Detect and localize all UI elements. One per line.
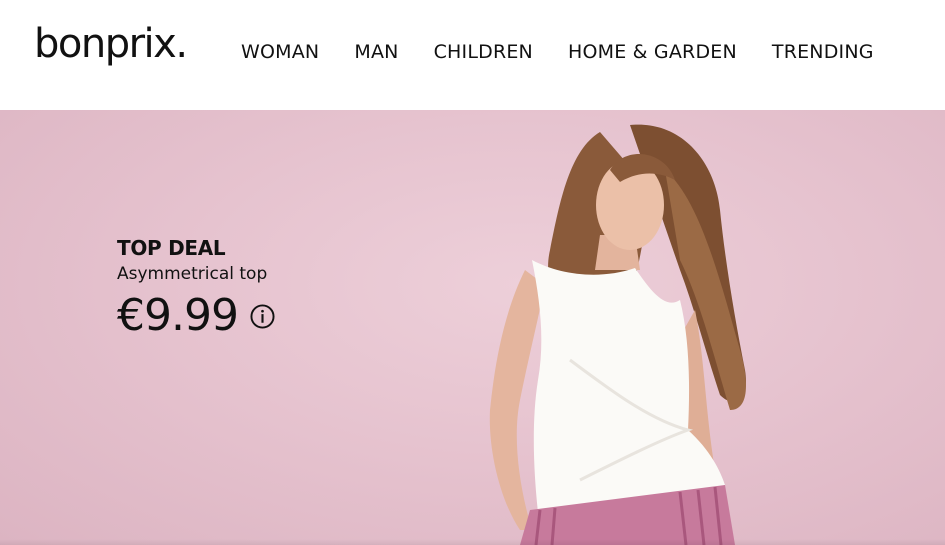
info-icon[interactable] (250, 303, 275, 329)
nav-item-home-garden[interactable]: HOME & GARDEN (568, 41, 737, 63)
main-navigation: WOMAN MAN CHILDREN HOME & GARDEN TRENDIN… (241, 35, 874, 69)
promo-price-row: €9.99 (117, 288, 377, 344)
promo-price: €9.99 (117, 290, 239, 341)
nav-item-man[interactable]: MAN (354, 41, 398, 63)
hero-bottom-edge (0, 539, 945, 545)
nav-item-woman[interactable]: WOMAN (241, 41, 319, 63)
model-photo (489, 124, 746, 545)
site-header: bonprix. WOMAN MAN CHILDREN HOME & GARDE… (0, 0, 945, 110)
top-deal-promo[interactable]: TOP DEAL Asymmetrical top €9.99 (117, 234, 377, 344)
promo-product-name: Asymmetrical top (117, 264, 268, 284)
bonprix-logo[interactable]: bonprix. (34, 14, 188, 74)
nav-item-trending[interactable]: TRENDING (772, 41, 874, 63)
promo-label: TOP DEAL (117, 236, 226, 260)
nav-item-children[interactable]: CHILDREN (434, 41, 533, 63)
hero-banner[interactable]: TOP DEAL Asymmetrical top €9.99 (0, 110, 945, 545)
